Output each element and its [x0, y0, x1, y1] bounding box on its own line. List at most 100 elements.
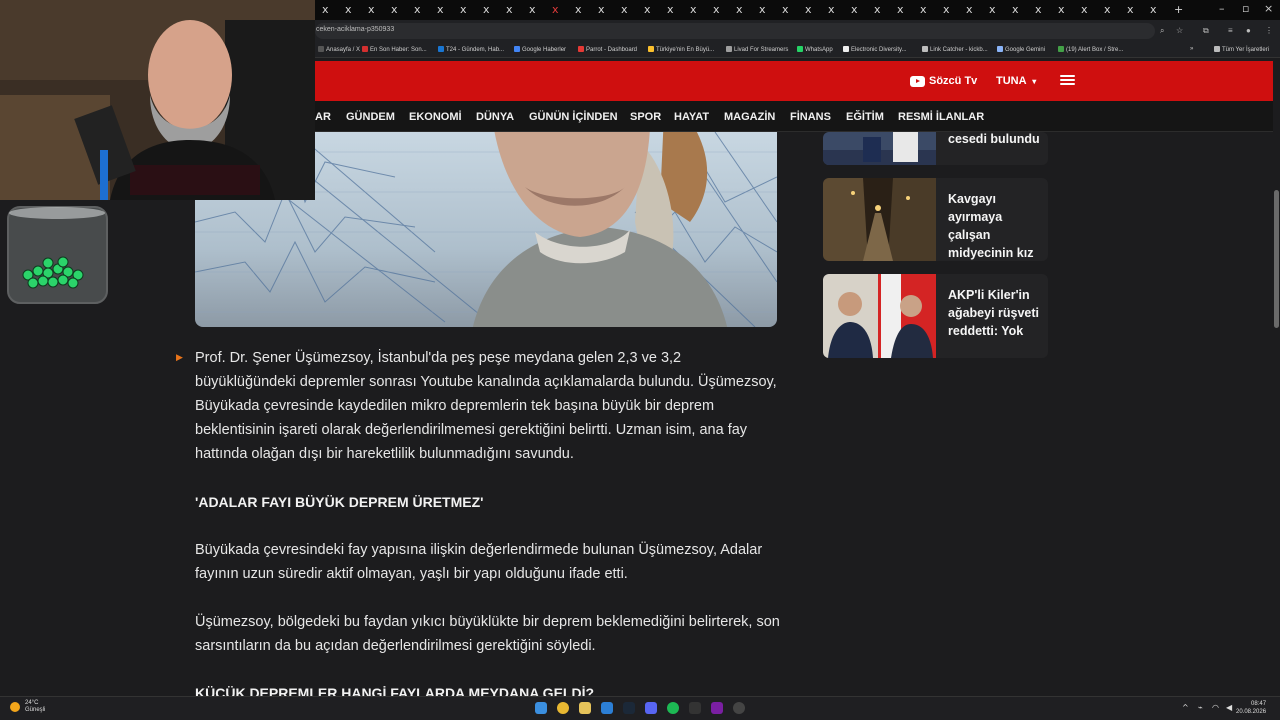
url-text[interactable]: ceken-aciklama-p350933 — [316, 26, 394, 33]
tab-close-icon[interactable]: x — [1035, 3, 1042, 16]
extensions-icon[interactable]: ⧉ — [1203, 26, 1209, 36]
tab-close-icon[interactable]: x — [621, 3, 628, 16]
tab-close-icon[interactable]: x — [782, 3, 789, 16]
scrollbar-thumb[interactable] — [1274, 190, 1279, 328]
nav-item[interactable]: AR — [315, 111, 331, 123]
user-menu[interactable]: TUNA ▾ — [996, 75, 1036, 87]
tab-close-icon[interactable]: x — [690, 3, 697, 16]
bookmark-item[interactable]: Google Gemini — [997, 46, 1045, 53]
tab-close-icon[interactable]: x — [322, 3, 329, 16]
sidebar-news-card[interactable]: cesedi bulundu — [823, 132, 1048, 165]
tab-close-icon[interactable]: x — [414, 3, 421, 16]
bookmark-item[interactable]: (19) Alert Box / Stre... — [1058, 46, 1123, 53]
bookmark-item[interactable]: WhatsApp — [797, 46, 833, 53]
chrome-icon[interactable] — [557, 702, 569, 714]
tab-close-icon[interactable]: x — [506, 3, 513, 16]
nav-item[interactable]: DÜNYA — [476, 111, 514, 123]
discord-icon[interactable] — [645, 702, 657, 714]
sozcu-tv-link[interactable]: Sözcü Tv — [910, 75, 977, 87]
bookmark-item[interactable]: Livad For Streamers — [726, 46, 788, 53]
bookmark-item[interactable]: Anasayfa / X — [318, 46, 360, 53]
nav-item[interactable]: HAYAT — [674, 111, 709, 123]
tab-close-icon[interactable]: x — [1127, 3, 1134, 16]
nav-item[interactable]: MAGAZİN — [724, 111, 775, 123]
nav-item[interactable]: GÜNÜN İÇİNDEN — [529, 111, 618, 123]
tab-close-icon[interactable]: x — [368, 3, 375, 16]
tab-close-icon[interactable]: x — [437, 3, 444, 16]
restore-icon[interactable]: ▫ — [1242, 2, 1249, 15]
spotify-icon[interactable] — [667, 702, 679, 714]
wifi-icon[interactable]: ◠ — [1212, 703, 1219, 712]
tab-close-icon[interactable]: x — [575, 3, 582, 16]
hamburger-menu-icon[interactable] — [1060, 75, 1075, 86]
steam-icon[interactable] — [623, 702, 635, 714]
nav-item[interactable]: RESMİ İLANLAR — [898, 111, 984, 123]
stream-app-icon[interactable] — [711, 702, 723, 714]
tab-close-icon[interactable]: x — [1058, 3, 1065, 16]
close-window-icon[interactable]: × — [1264, 2, 1273, 15]
bookmark-item[interactable]: Türkiye'nin En Büyü... — [648, 46, 714, 53]
zoom-icon[interactable]: ⌕ — [1160, 26, 1164, 36]
tab-close-icon[interactable]: x — [966, 3, 973, 16]
tab-close-icon[interactable]: x — [483, 3, 490, 16]
tab-close-icon[interactable]: x — [1012, 3, 1019, 16]
tab-close-icon[interactable]: x — [598, 3, 605, 16]
bookmark-item[interactable]: Parrot - Dashboard — [578, 46, 637, 53]
volume-icon[interactable]: ◀ — [1226, 703, 1232, 712]
tab-close-icon[interactable]: x — [989, 3, 996, 16]
tab-close-icon[interactable]: x — [460, 3, 467, 16]
url-field[interactable] — [315, 23, 1155, 39]
bookmark-item[interactable]: En Son Haber: Son... — [362, 46, 427, 53]
sidebar-news-card[interactable]: Kavgayı ayırmaya çalışan midyecinin kız … — [823, 178, 1048, 261]
obs-icon[interactable] — [733, 702, 745, 714]
all-bookmarks-folder[interactable]: Tüm Yer İşaretleri — [1214, 46, 1269, 53]
tab-close-icon[interactable]: x — [851, 3, 858, 16]
bookmark-item[interactable]: Electronic Diversity... — [843, 46, 907, 53]
tab-close-icon[interactable]: x — [736, 3, 743, 16]
tab-close-icon[interactable]: x — [897, 3, 904, 16]
sidebar-news-card[interactable]: AKP'li Kiler'in ağabeyi rüşveti reddetti… — [823, 274, 1048, 358]
tab-close-icon[interactable]: x — [529, 3, 536, 16]
nav-item[interactable]: GÜNDEM — [346, 111, 395, 123]
nav-item[interactable]: SPOR — [630, 111, 661, 123]
tab-close-icon[interactable]: x — [345, 3, 352, 16]
windows-start-icon[interactable] — [535, 702, 547, 714]
tab-close-icon[interactable]: x — [667, 3, 674, 16]
bookmark-star-icon[interactable]: ☆ — [1176, 26, 1183, 35]
tab-close-icon[interactable]: x — [874, 3, 881, 16]
tab-close-icon[interactable]: x — [920, 3, 927, 16]
bookmark-item[interactable]: T24 - Gündem, Hab... — [438, 46, 504, 53]
file-explorer-icon[interactable] — [579, 702, 591, 714]
new-tab-icon[interactable]: + — [1174, 3, 1183, 16]
edge-icon[interactable] — [601, 702, 613, 714]
tab-close-icon[interactable]: x — [713, 3, 720, 16]
minimize-icon[interactable]: – — [1219, 2, 1225, 15]
tab-close-icon[interactable]: x — [552, 3, 559, 16]
kebab-menu-icon[interactable]: ⋮ — [1265, 26, 1273, 35]
bookmark-item[interactable]: Google Haberler — [514, 46, 566, 53]
tab-close-icon[interactable]: x — [644, 3, 651, 16]
tray-chevron-icon[interactable]: ^ — [1182, 703, 1189, 712]
tab-close-icon[interactable]: x — [1081, 3, 1088, 16]
article-paragraph: Büyükada çevresindeki fay yapısına ilişk… — [195, 542, 763, 582]
profile-icon[interactable]: ● — [1246, 26, 1251, 35]
bookmark-item[interactable]: Link Catcher - kickb... — [922, 46, 988, 53]
tab-close-icon[interactable]: x — [1104, 3, 1111, 16]
tab-close-icon[interactable]: x — [1150, 3, 1157, 16]
network-icon[interactable]: ⌁ — [1198, 703, 1203, 712]
nav-item[interactable]: EKONOMİ — [409, 111, 462, 123]
chevron-down-icon: ▾ — [1032, 77, 1037, 86]
epic-games-icon[interactable] — [689, 702, 701, 714]
tab-close-icon[interactable]: x — [759, 3, 766, 16]
tab-close-icon[interactable]: x — [828, 3, 835, 16]
nav-item[interactable]: FİNANS — [790, 111, 831, 123]
weather-widget[interactable]: 24°C Güneşli — [10, 700, 45, 714]
page-scrollbar[interactable] — [1273, 61, 1280, 694]
tab-close-icon[interactable]: x — [943, 3, 950, 16]
tab-close-icon[interactable]: x — [805, 3, 812, 16]
tab-close-icon[interactable]: x — [391, 3, 398, 16]
bookmarks-more-icon[interactable]: » — [1190, 46, 1193, 52]
media-icon[interactable]: ≡ — [1228, 26, 1233, 35]
system-clock[interactable]: 08:47 20.08.2026 — [1236, 700, 1266, 716]
nav-item[interactable]: EĞİTİM — [846, 111, 884, 123]
